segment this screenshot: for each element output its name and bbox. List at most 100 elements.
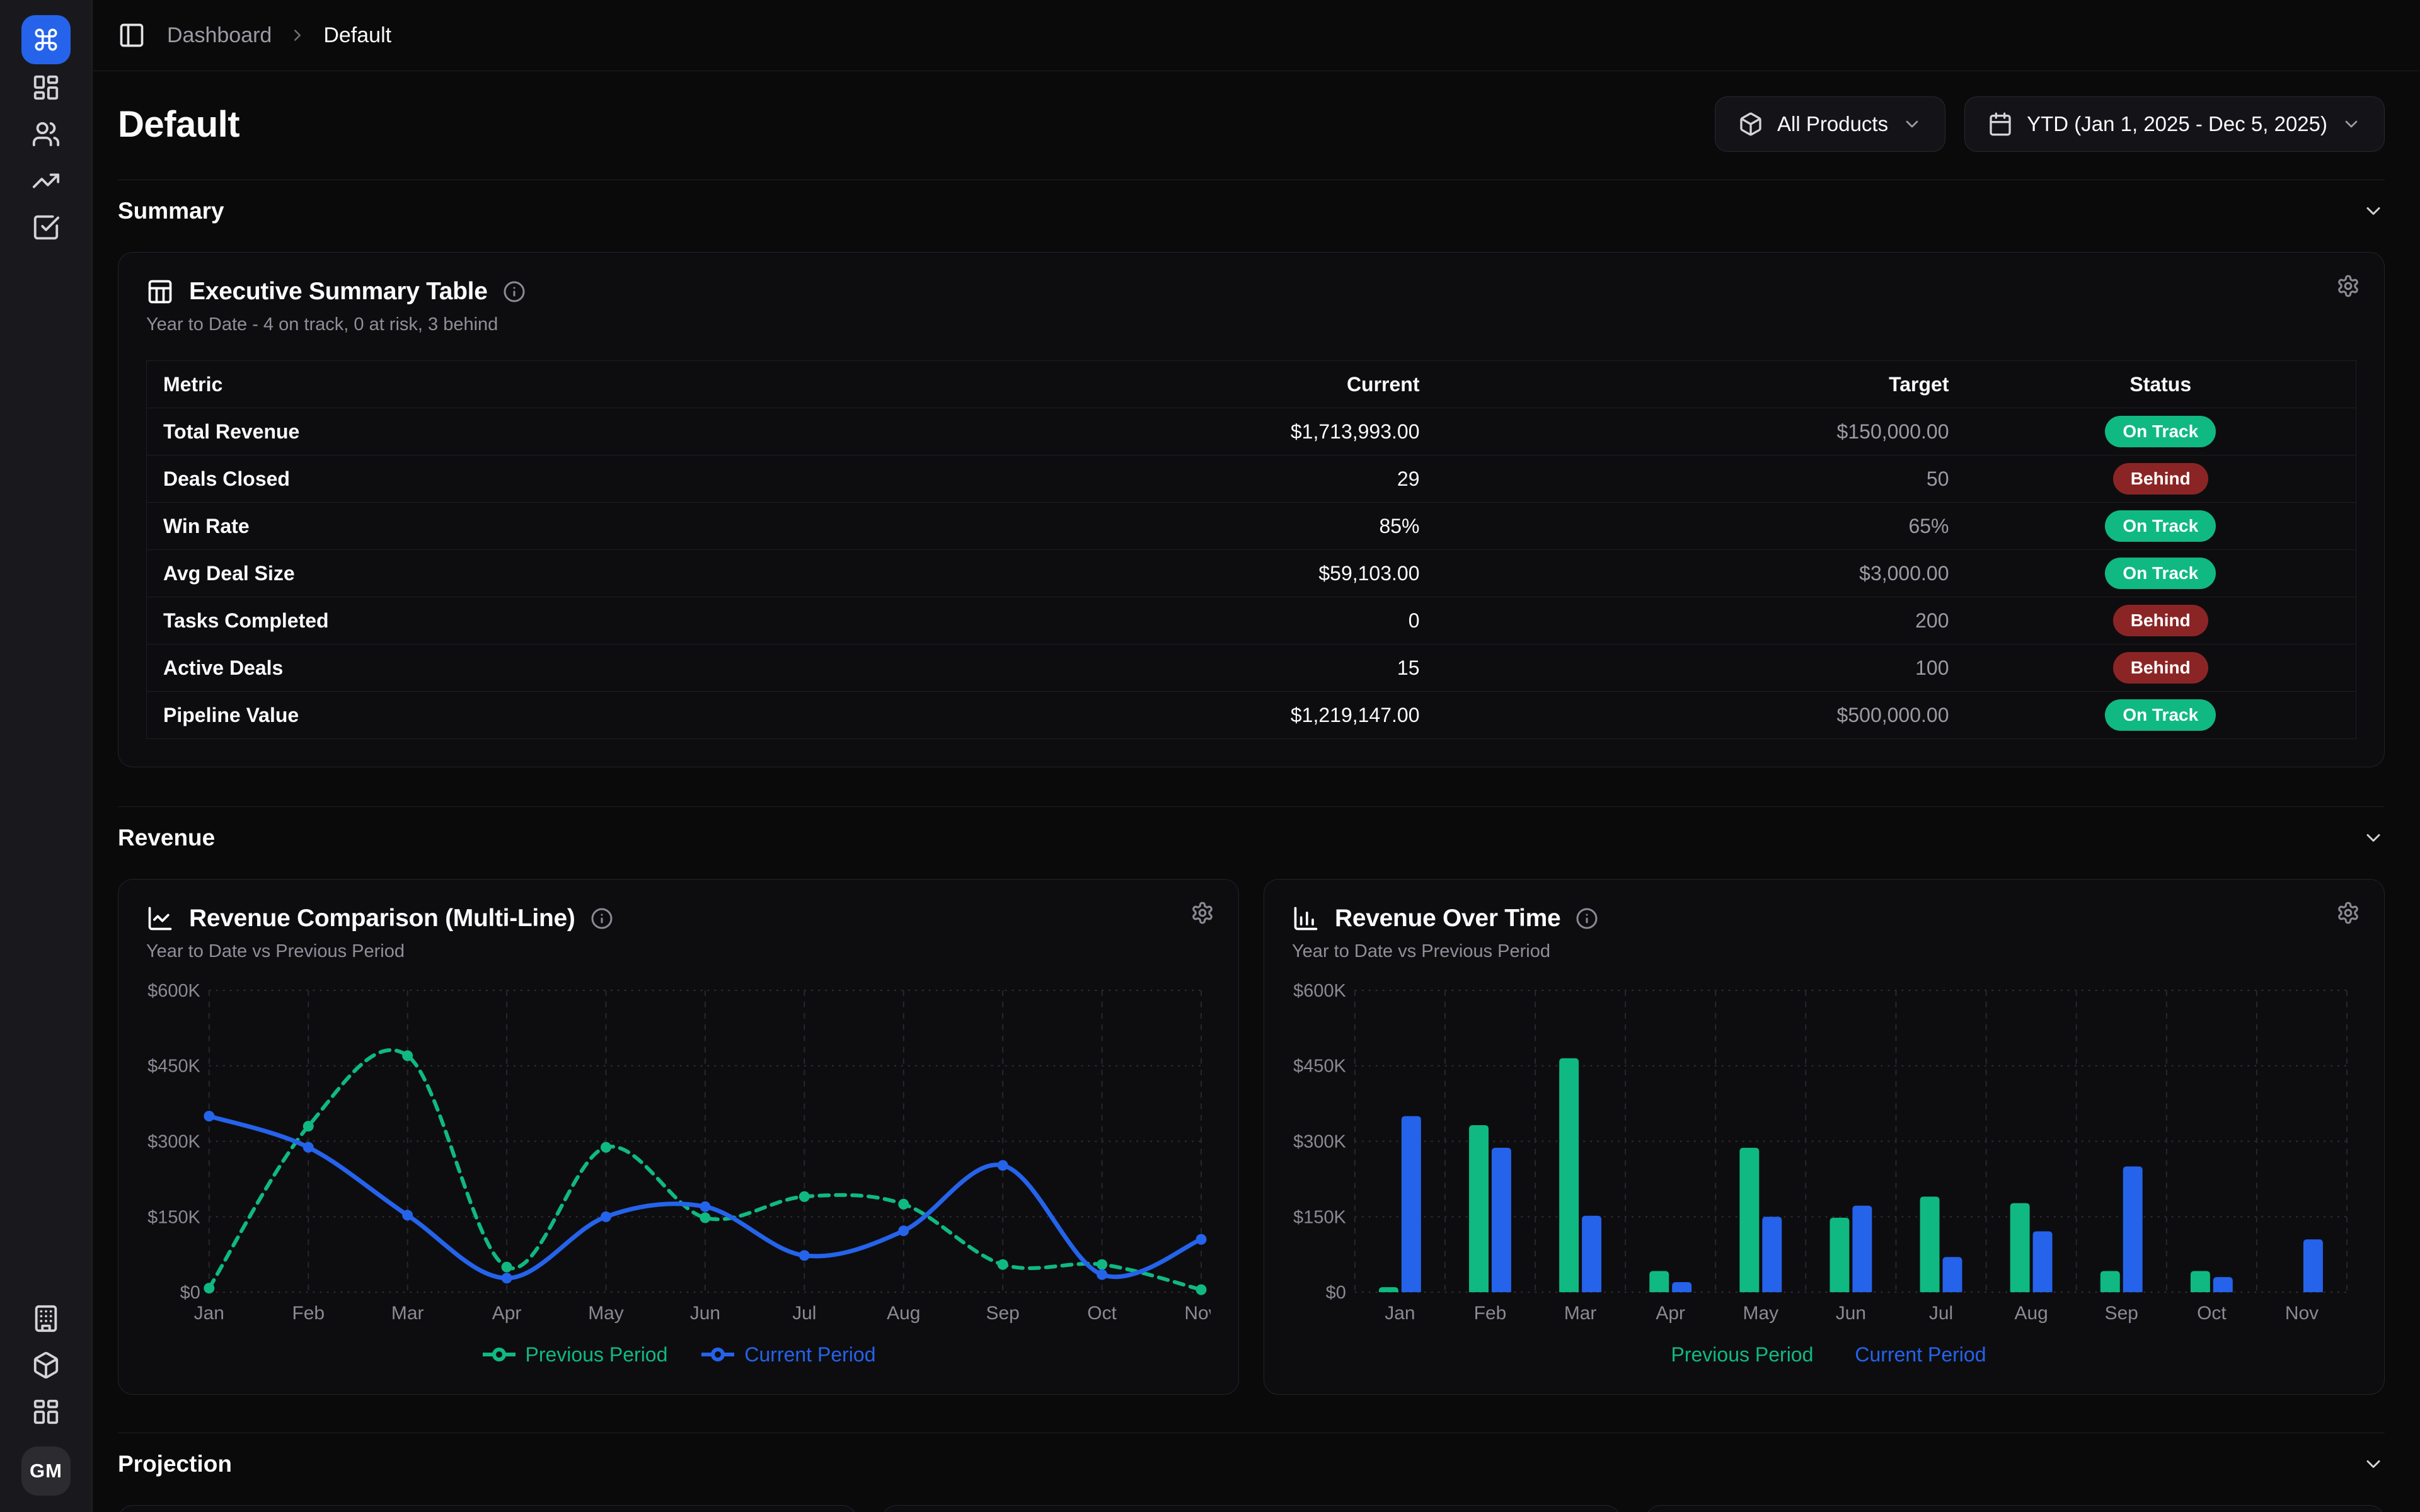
current-cell: 15 <box>1083 644 1436 692</box>
column-header-target: Target <box>1436 361 1966 408</box>
revenue-section-header: Revenue <box>118 825 2385 851</box>
svg-text:$600K: $600K <box>147 981 200 1001</box>
breadcrumb-current: Default <box>323 23 391 48</box>
sidebar-item-contacts[interactable] <box>23 111 69 158</box>
metric-cell: Deals Closed <box>147 455 1083 503</box>
svg-text:Oct: Oct <box>2197 1303 2227 1324</box>
current-cell: 85% <box>1083 503 1436 550</box>
status-cell: On Track <box>1966 503 2356 550</box>
status-badge: Behind <box>2113 605 2208 636</box>
page-title: Default <box>118 103 239 146</box>
svg-text:Nov: Nov <box>2285 1303 2319 1324</box>
calendar-icon <box>1988 112 2013 137</box>
status-cell: On Track <box>1966 408 2356 455</box>
sidebar-item-deals[interactable] <box>23 158 69 204</box>
date-range-label: YTD (Jan 1, 2025 - Dec 5, 2025) <box>2027 112 2327 136</box>
topbar: Dashboard Default <box>93 0 2420 71</box>
table-row: Deals Closed2950Behind <box>147 455 2356 503</box>
current-cell: $1,713,993.00 <box>1083 408 1436 455</box>
sidebar-item-tasks[interactable] <box>23 204 69 251</box>
card-settings-button[interactable] <box>2336 274 2360 298</box>
table-icon <box>146 278 174 306</box>
chevron-down-icon <box>2341 114 2361 134</box>
legend-label: Previous Period <box>526 1343 668 1366</box>
line-chart-icon <box>146 905 174 932</box>
svg-text:May: May <box>1743 1303 1779 1324</box>
svg-text:Jul: Jul <box>1929 1303 1953 1324</box>
building-icon <box>32 1304 60 1333</box>
product-filter-button[interactable]: All Products <box>1715 96 1945 152</box>
revenue-comparison-card: Revenue Comparison (Multi-Line) Year to … <box>118 879 1239 1395</box>
page-header: Default All Products <box>118 71 2385 180</box>
svg-text:Jun: Jun <box>1836 1303 1866 1324</box>
current-cell: $1,219,147.00 <box>1083 692 1436 739</box>
svg-text:Jan: Jan <box>1385 1303 1415 1324</box>
projection-card <box>1645 1505 2385 1512</box>
line-chart-legend: Previous Period Current Period <box>146 1343 1211 1366</box>
column-header-current: Current <box>1083 361 1436 408</box>
card-settings-button[interactable] <box>1190 901 1214 925</box>
app-root: GM Dashboard Default Default <box>0 0 2420 1512</box>
target-cell: 65% <box>1436 503 1966 550</box>
users-icon <box>32 120 60 149</box>
sidebar-item-products[interactable] <box>23 1342 69 1389</box>
card-title-row: Executive Summary Table <box>146 278 2356 306</box>
status-cell: On Track <box>1966 550 2356 597</box>
breadcrumb: Dashboard Default <box>167 23 391 48</box>
summary-section-header: Summary <box>118 198 2385 224</box>
projection-card <box>118 1505 857 1512</box>
legend-line-marker <box>481 1346 517 1363</box>
summary-section-title: Summary <box>118 198 224 224</box>
table-row: Pipeline Value$1,219,147.00$500,000.00On… <box>147 692 2356 739</box>
date-range-button[interactable]: YTD (Jan 1, 2025 - Dec 5, 2025) <box>1964 96 2385 152</box>
projection-cards-row <box>118 1505 2385 1512</box>
info-icon[interactable] <box>1576 907 1598 930</box>
chevron-down-icon <box>1902 114 1922 134</box>
card-settings-button[interactable] <box>2336 901 2360 925</box>
revenue-collapse-button[interactable] <box>2362 827 2385 849</box>
svg-text:Mar: Mar <box>391 1303 424 1324</box>
metric-cell: Avg Deal Size <box>147 550 1083 597</box>
status-cell: On Track <box>1966 692 2356 739</box>
package-icon <box>1738 112 1763 137</box>
revenue-over-time-card: Revenue Over Time Year to Date vs Previo… <box>1264 879 2385 1395</box>
summary-collapse-button[interactable] <box>2362 200 2385 222</box>
metric-cell: Active Deals <box>147 644 1083 692</box>
svg-text:$450K: $450K <box>1293 1057 1346 1077</box>
svg-text:Oct: Oct <box>1087 1303 1117 1324</box>
status-badge: Behind <box>2113 652 2208 684</box>
projection-card <box>882 1505 1621 1512</box>
chevron-down-icon <box>2362 200 2385 222</box>
card-title: Revenue Over Time <box>1335 905 1560 932</box>
sidebar-item-dashboards[interactable] <box>23 64 69 111</box>
card-title-row: Revenue Comparison (Multi-Line) <box>146 905 1211 932</box>
svg-text:$150K: $150K <box>147 1207 200 1227</box>
user-avatar[interactable]: GM <box>21 1446 71 1496</box>
info-icon[interactable] <box>591 907 613 930</box>
sidebar-item-apps[interactable] <box>23 1389 69 1435</box>
check-square-icon <box>32 213 60 242</box>
gear-icon <box>2336 901 2360 925</box>
svg-text:$600K: $600K <box>1293 981 1346 1001</box>
chevron-down-icon <box>2362 1453 2385 1475</box>
svg-text:$300K: $300K <box>1293 1132 1346 1152</box>
metric-cell: Total Revenue <box>147 408 1083 455</box>
status-badge: On Track <box>2105 510 2216 542</box>
breadcrumb-dashboard[interactable]: Dashboard <box>167 23 272 48</box>
legend-line-marker <box>700 1346 735 1363</box>
svg-text:Jun: Jun <box>690 1303 720 1324</box>
card-subtitle: Year to Date vs Previous Period <box>1292 941 2356 962</box>
workspace-button[interactable] <box>21 15 71 64</box>
current-cell: 0 <box>1083 597 1436 644</box>
legend-item: Current Period <box>700 1343 875 1366</box>
sidebar-item-companies[interactable] <box>23 1295 69 1342</box>
sidebar-toggle-button[interactable] <box>118 21 146 49</box>
info-icon[interactable] <box>503 280 526 303</box>
projection-collapse-button[interactable] <box>2362 1453 2385 1475</box>
status-cell: Behind <box>1966 644 2356 692</box>
blocks-icon <box>32 1397 60 1426</box>
svg-text:Sep: Sep <box>986 1303 1020 1324</box>
executive-summary-card: Executive Summary Table Year to Date - 4… <box>118 252 2385 767</box>
card-subtitle: Year to Date vs Previous Period <box>146 941 1211 962</box>
status-cell: Behind <box>1966 597 2356 644</box>
